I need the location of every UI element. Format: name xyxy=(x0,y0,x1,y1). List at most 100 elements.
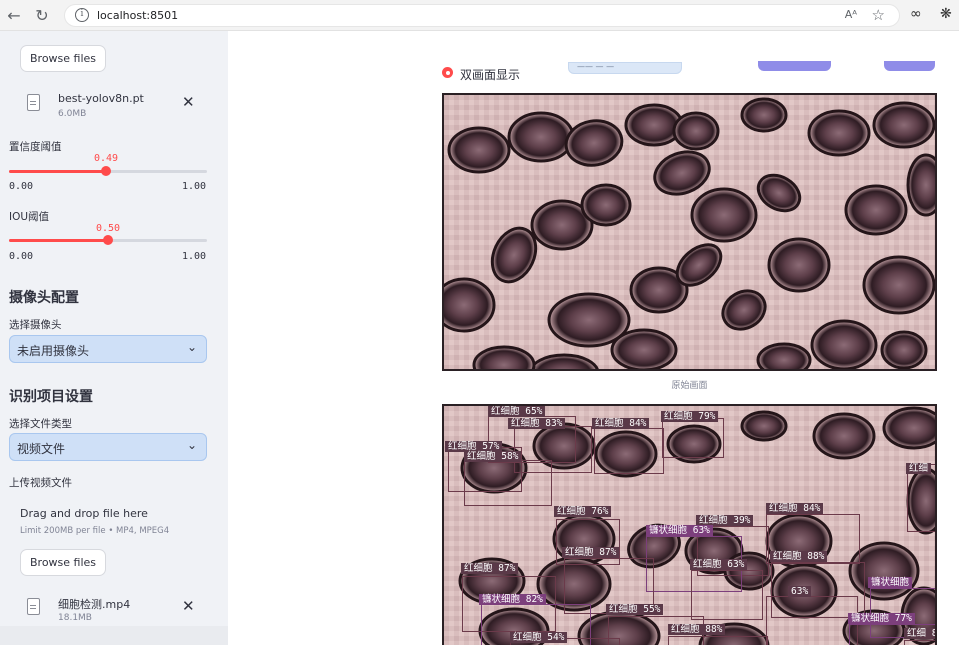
file-icon xyxy=(27,94,40,111)
detection-label: 红细胞 65% xyxy=(488,406,546,417)
chevron-down-icon: ⌄ xyxy=(186,438,197,452)
cell-shape xyxy=(807,109,871,157)
detection-label: 63% xyxy=(788,586,812,597)
cell-shape xyxy=(906,153,935,217)
detection-box xyxy=(662,418,724,458)
cell-shape xyxy=(810,319,878,369)
extensions-icon[interactable]: ❋ xyxy=(940,6,952,22)
cell-shape xyxy=(740,410,788,442)
detection-label: 镰状细胞 xyxy=(868,577,913,588)
iou-min: 0.00 xyxy=(9,251,34,262)
detection-box xyxy=(907,464,935,532)
model-file-name: best-yolov8n.pt xyxy=(58,92,144,105)
favorite-star-icon[interactable]: ☆ xyxy=(872,6,885,24)
slider-thumb[interactable] xyxy=(101,166,112,176)
detection-label: 红细胞 63% xyxy=(690,559,748,570)
confidence-max: 1.00 xyxy=(182,181,207,192)
detection-label: 红细 xyxy=(906,463,932,474)
cell-shape xyxy=(872,101,935,149)
file-icon xyxy=(27,598,40,615)
confidence-label: 置信度阈值 xyxy=(9,141,62,153)
detection-label: 红细胞 84% xyxy=(592,418,650,429)
detection-label: 红细胞 88% xyxy=(668,624,726,635)
cell-shape xyxy=(740,97,788,133)
browser-toolbar: ← ↻ i localhost:8501 Aᴬ ☆ ∞ ❋ xyxy=(0,0,959,31)
partial-button-2[interactable] xyxy=(884,61,935,71)
detection-label: 红细胞 83% xyxy=(508,418,566,429)
info-icon[interactable]: i xyxy=(75,8,89,22)
slider-fill xyxy=(9,170,107,173)
file-type-value: 视频文件 xyxy=(17,442,66,456)
cell-shape xyxy=(767,237,831,293)
dropzone-limit: Limit 200MB per file • MP4, MPEG4 xyxy=(20,526,170,536)
sidebar-bottom-shade xyxy=(0,626,228,645)
browse-files-button-model[interactable]: Browse files xyxy=(20,45,107,72)
detection-box xyxy=(691,570,763,620)
sidebar: Browse files best-yolov8n.pt 6.0MB ✕ 置信度… xyxy=(0,31,228,645)
iou-max: 1.00 xyxy=(182,251,207,262)
cell-shape xyxy=(880,330,928,369)
model-file-size: 6.0MB xyxy=(58,109,87,119)
cell-shape xyxy=(507,111,575,163)
cell-shape xyxy=(756,342,812,369)
browse-files-button-video[interactable]: Browse files xyxy=(20,549,107,576)
dual-view-label[interactable]: 双画面显示 xyxy=(460,66,520,83)
blood-cells-image xyxy=(444,95,935,369)
detection-label: 红细胞 88% xyxy=(770,551,828,562)
original-caption: 原始画面 xyxy=(671,381,708,391)
infinity-extension-icon[interactable]: ∞ xyxy=(910,6,922,22)
iou-value: 0.50 xyxy=(96,223,121,234)
iou-slider[interactable] xyxy=(9,235,207,245)
original-video-frame xyxy=(442,93,937,371)
file-type-label: 选择文件类型 xyxy=(9,418,72,430)
read-aloud-icon[interactable]: Aᴬ xyxy=(845,8,857,21)
cell-shape xyxy=(672,111,720,151)
cell-shape xyxy=(812,412,876,460)
address-bar[interactable]: i localhost:8501 Aᴬ ☆ xyxy=(64,4,900,27)
iou-label: IOU阈值 xyxy=(9,211,50,223)
dropzone-title[interactable]: Drag and drop file here xyxy=(20,507,148,520)
detection-label: 镰状细胞 77% xyxy=(848,613,915,624)
slider-fill xyxy=(9,239,108,242)
video-file-size: 18.1MB xyxy=(58,613,92,623)
confidence-min: 0.00 xyxy=(9,181,34,192)
confidence-slider[interactable] xyxy=(9,166,207,176)
cell-shape xyxy=(882,406,935,450)
cell-shape xyxy=(472,345,536,369)
upload-video-label: 上传视频文件 xyxy=(9,477,72,489)
partial-button-1[interactable] xyxy=(758,61,831,71)
detection-box xyxy=(464,460,552,506)
detection-label: 红细胞 87% xyxy=(461,563,519,574)
detection-label: 镰状细胞 82% xyxy=(479,594,546,605)
detection-video-frame: 红细胞 65% 红细胞 83% 红细胞 84% 红细胞 79% 红细胞 57% 红细胞 5… xyxy=(442,404,937,645)
video-file-name: 细胞检测.mp4 xyxy=(58,598,131,611)
detection-box xyxy=(594,428,664,474)
camera-select[interactable]: 未启用摄像头 ⌄ xyxy=(9,335,207,363)
detection-label: 红细胞 58% xyxy=(464,451,522,462)
close-icon[interactable]: ✕ xyxy=(182,93,195,111)
dual-view-radio[interactable] xyxy=(442,67,453,78)
detection-label: 红细胞 87% xyxy=(562,547,620,558)
reload-icon[interactable]: ↻ xyxy=(32,6,52,26)
confidence-value: 0.49 xyxy=(94,153,119,164)
chevron-down-icon: ⌄ xyxy=(186,340,197,354)
slider-thumb[interactable] xyxy=(103,235,113,245)
file-type-select[interactable]: 视频文件 ⌄ xyxy=(9,433,207,461)
detection-label: 红细胞 79% xyxy=(661,411,719,422)
detection-label: 红细 8 xyxy=(904,628,935,639)
uploaded-model-file: best-yolov8n.pt 6.0MB ✕ xyxy=(24,92,214,128)
cell-shape xyxy=(862,255,935,315)
camera-select-label: 选择摄像头 xyxy=(9,319,62,331)
detection-label: 镰状细胞 63% xyxy=(646,525,713,536)
url-text: localhost:8501 xyxy=(97,9,179,22)
close-icon[interactable]: ✕ xyxy=(182,597,195,615)
partial-select[interactable]: —— — — xyxy=(568,62,682,74)
cell-shape xyxy=(610,328,678,369)
detection-label: 红细胞 55% xyxy=(606,604,664,615)
detection-box xyxy=(766,596,858,645)
detection-label: 红细胞 76% xyxy=(554,506,612,517)
recognition-heading: 识别项目设置 xyxy=(9,389,93,405)
back-icon[interactable]: ← xyxy=(4,6,24,26)
cell-shape xyxy=(580,183,632,227)
detection-label: 红细胞 84% xyxy=(766,503,824,514)
